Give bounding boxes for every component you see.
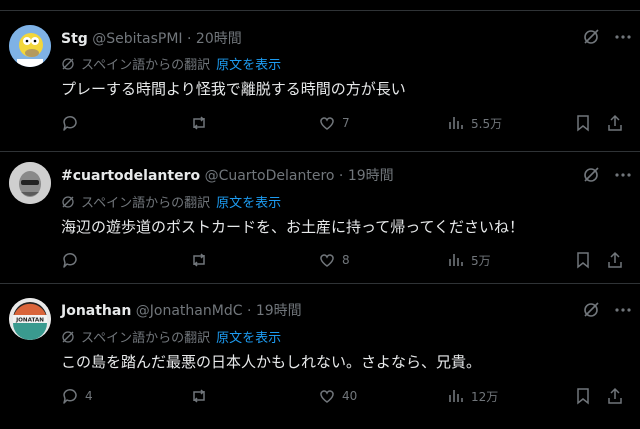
translation-label: スペイン語からの翻訳 [81, 58, 211, 73]
tweet-header: Jonathan @JonathanMdC · 19時間 [61, 303, 302, 319]
show-original-link[interactable]: 原文を表示 [216, 327, 281, 346]
heart-icon [320, 254, 334, 267]
translation-note: スペイン語からの翻訳 原文を表示 [61, 327, 281, 346]
reply-count: 4 [85, 389, 93, 403]
translation-note: スペイン語からの翻訳 原文を表示 [61, 54, 281, 73]
reply-button[interactable]: 4 [61, 387, 93, 405]
translation-note: スペイン語からの翻訳 原文を表示 [61, 192, 281, 211]
bookmark-button[interactable] [574, 114, 592, 132]
reply-icon [63, 389, 77, 404]
tweet-actions: 4 40 12万 [0, 387, 640, 407]
share-button[interactable] [606, 387, 624, 405]
timestamp[interactable]: 20時間 [196, 31, 242, 47]
like-count: 7 [342, 116, 350, 130]
translation-label: スペイン語からの翻訳 [81, 196, 211, 211]
reply-button[interactable] [61, 251, 85, 269]
homer-avatar-image [9, 25, 51, 67]
translation-label: スペイン語からの翻訳 [81, 331, 211, 346]
share-icon [608, 114, 622, 131]
view-count: 5.5万 [471, 116, 503, 131]
translate-icon [62, 330, 74, 343]
bookmark-button[interactable] [574, 387, 592, 405]
tweet-1[interactable]: Stg @SebitasPMI · 20時間 スペイン語からの翻訳 原文を表示 … [0, 10, 640, 152]
heart-icon [320, 390, 334, 403]
view-count: 12万 [471, 389, 499, 404]
grok-icon[interactable] [582, 28, 600, 46]
more-icon[interactable] [614, 301, 632, 319]
like-button[interactable]: 8 [318, 251, 350, 269]
avatar[interactable] [9, 25, 51, 67]
like-button[interactable]: 40 [318, 387, 357, 405]
jonatan-avatar-image: JONATAN [9, 298, 51, 340]
share-button[interactable] [606, 114, 624, 132]
avatar[interactable] [9, 162, 51, 204]
translate-icon [62, 57, 74, 70]
avatar[interactable]: JONATAN [9, 298, 51, 340]
tweet-header: Stg @SebitasPMI · 20時間 [61, 31, 242, 47]
person-avatar-image [9, 162, 51, 204]
views-icon [449, 117, 463, 129]
like-button[interactable]: 7 [318, 114, 350, 132]
bookmark-icon [577, 252, 589, 269]
show-original-link[interactable]: 原文を表示 [216, 192, 281, 211]
like-count: 40 [342, 389, 358, 403]
share-icon [608, 387, 622, 404]
repost-icon [193, 116, 205, 130]
translate-icon [62, 195, 74, 208]
share-button[interactable] [606, 251, 624, 269]
user-handle[interactable]: @SebitasPMI [92, 31, 182, 47]
tweet-actions: 7 5.5万 [0, 114, 640, 134]
view-count: 5万 [471, 253, 491, 268]
display-name[interactable]: #cuartodelantero [61, 168, 200, 184]
views-button[interactable]: 5万 [447, 251, 491, 269]
grok-icon[interactable] [582, 301, 600, 319]
repost-button[interactable] [190, 114, 214, 132]
tweet-header: #cuartodelantero @CuartoDelantero · 19時間 [61, 168, 394, 184]
bookmark-icon [577, 388, 589, 405]
tweet-text: この島を踏んだ最悪の日本人かもしれない。さよなら、兄貴。 [61, 353, 482, 371]
repost-icon [193, 389, 205, 403]
reply-button[interactable] [61, 114, 85, 132]
heart-icon [320, 117, 334, 130]
avatar-logo-text: JONATAN [15, 318, 44, 324]
reply-icon [63, 116, 77, 131]
reply-icon [63, 253, 77, 268]
show-original-link[interactable]: 原文を表示 [216, 54, 281, 73]
user-handle[interactable]: @JonathanMdC [136, 303, 243, 319]
views-button[interactable]: 12万 [447, 387, 498, 405]
display-name[interactable]: Jonathan [61, 303, 131, 319]
views-button[interactable]: 5.5万 [447, 114, 502, 132]
repost-icon [193, 253, 205, 267]
share-icon [608, 251, 622, 268]
bookmark-icon [577, 115, 589, 132]
bookmark-button[interactable] [574, 251, 592, 269]
tweet-2[interactable]: #cuartodelantero @CuartoDelantero · 19時間… [0, 151, 640, 282]
grok-icon[interactable] [582, 166, 600, 184]
more-icon[interactable] [614, 166, 632, 184]
views-icon [449, 254, 463, 266]
more-icon[interactable] [614, 28, 632, 46]
tweet-text: プレーする時間より怪我で離脱する時間の方が長い [61, 80, 406, 98]
tweet-actions: 8 5万 [0, 251, 640, 271]
user-handle[interactable]: @CuartoDelantero [205, 168, 335, 184]
repost-button[interactable] [190, 387, 214, 405]
display-name[interactable]: Stg [61, 31, 88, 47]
timestamp[interactable]: 19時間 [348, 168, 394, 184]
views-icon [449, 390, 463, 402]
like-count: 8 [342, 253, 350, 267]
tweet-3[interactable]: JONATAN Jonathan @JonathanMdC · 19時間 スペイ… [0, 283, 640, 429]
tweet-text: 海辺の遊歩道のポストカードを、お土産に持って帰ってくださいね！ [61, 218, 525, 236]
repost-button[interactable] [190, 251, 214, 269]
timestamp[interactable]: 19時間 [256, 303, 302, 319]
